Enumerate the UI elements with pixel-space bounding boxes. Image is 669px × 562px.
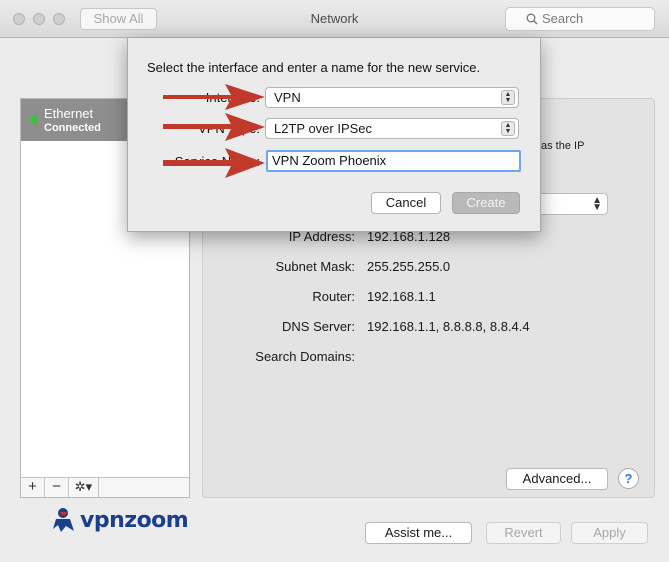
apply-button[interactable]: Apply [571, 522, 648, 544]
arrow-icon [163, 84, 265, 110]
service-name: Ethernet [44, 106, 94, 121]
subnet-mask-label: Subnet Mask: [275, 259, 356, 274]
add-service-button[interactable]: + [21, 478, 45, 497]
interface-popup[interactable]: VPN ▲ ▼ [265, 87, 519, 108]
dns-server-label: DNS Server: [282, 319, 355, 334]
configure-ipv4-select[interactable]: ▲ ▼ [530, 193, 608, 215]
service-name-field[interactable]: VPN Zoom Phoenix [266, 150, 521, 172]
configure-hint-text: as the IP [541, 140, 585, 152]
dns-server-value: 192.168.1.1, 8.8.8.8, 8.8.4.4 [367, 319, 530, 334]
search-placeholder: Search [542, 11, 584, 26]
search-domains-label: Search Domains: [255, 349, 355, 364]
arrow-icon [163, 113, 265, 141]
subnet-mask-value: 255.255.255.0 [367, 259, 451, 274]
up-down-chevron-icon: ▲ ▼ [592, 195, 602, 213]
router-value: 192.168.1.1 [367, 289, 436, 304]
remove-service-button[interactable]: − [45, 478, 69, 497]
assist-me-button[interactable]: Assist me... [365, 522, 472, 544]
logo-text-zoom: zoom [124, 507, 189, 533]
up-down-chevron-icon: ▲ ▼ [501, 90, 515, 105]
router-label: Router: [312, 289, 355, 304]
create-button[interactable]: Create [452, 192, 520, 214]
vpnzoom-logo: vpnzoom [52, 505, 189, 535]
arrow-icon [163, 148, 265, 178]
help-button[interactable]: ? [618, 468, 639, 489]
sheet-title: Select the interface and enter a name fo… [147, 60, 481, 75]
search-icon [526, 13, 538, 25]
service-status: Connected [44, 122, 101, 134]
cancel-button[interactable]: Cancel [371, 192, 441, 214]
advanced-button[interactable]: Advanced... [506, 468, 608, 490]
search-input[interactable]: Search [505, 7, 655, 31]
logo-text-vpn: vpn [80, 507, 125, 533]
service-list-toolbar: + − ✲▾ [21, 477, 189, 497]
vpnzoom-mascot-icon [53, 508, 74, 532]
up-down-chevron-icon: ▲ ▼ [501, 121, 515, 136]
status-dot-icon [30, 116, 38, 124]
window-titlebar: Show All Network Search [0, 0, 669, 38]
gear-menu-button[interactable]: ✲▾ [69, 478, 99, 497]
interface-value: VPN [274, 90, 301, 105]
vpn-type-value: L2TP over IPSec [274, 121, 373, 136]
revert-button[interactable]: Revert [486, 522, 561, 544]
vpn-type-popup[interactable]: L2TP over IPSec ▲ ▼ [265, 118, 519, 139]
